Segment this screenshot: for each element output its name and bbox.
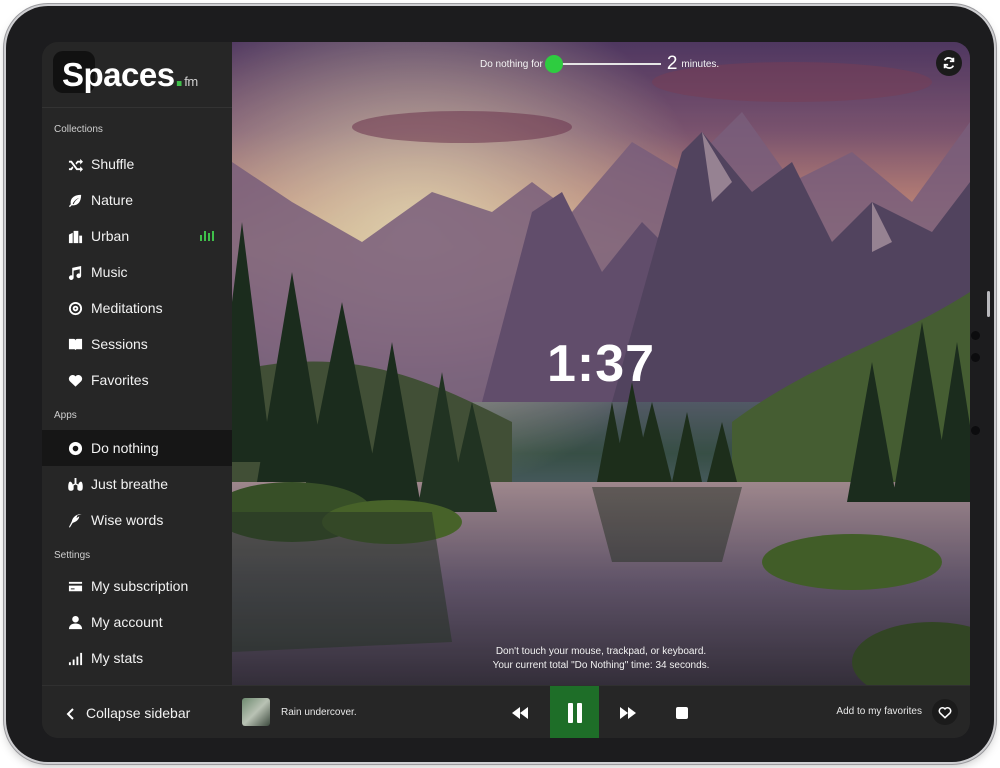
heart-icon xyxy=(67,372,83,388)
collapse-sidebar-label: Collapse sidebar xyxy=(86,704,191,721)
user-icon xyxy=(67,614,83,630)
total-time-line: Your current total "Do Nothing" time: 34… xyxy=(492,660,710,671)
now-playing: Rain undercover. xyxy=(242,698,357,726)
sidebar-item-label: Nature xyxy=(91,192,134,208)
sidebar-item-label: Just breathe xyxy=(91,476,169,492)
lungs-icon xyxy=(67,476,83,492)
sidebar-item-my-stats[interactable]: My stats xyxy=(42,640,232,676)
sidebar-item-meditations[interactable]: Meditations xyxy=(42,290,232,326)
signal-bars-icon xyxy=(67,650,83,666)
sidebar-item-label: Meditations xyxy=(91,300,163,316)
sidebar-item-label: Urban xyxy=(91,228,130,244)
sidebar: Spaces.fm Collections Shuffle Nature Urb… xyxy=(42,42,232,685)
sidebar-item-sessions[interactable]: Sessions xyxy=(42,326,232,362)
volume-button xyxy=(987,291,990,317)
section-label-collections: Collections xyxy=(54,124,103,135)
sidebar-item-favorites[interactable]: Favorites xyxy=(42,362,232,398)
sidebar-item-just-breathe[interactable]: Just breathe xyxy=(42,466,232,502)
screen: Spaces.fm Collections Shuffle Nature Urb… xyxy=(42,42,970,738)
now-playing-bars-icon xyxy=(200,231,214,241)
heart-outline-icon xyxy=(938,706,952,719)
stop-button[interactable] xyxy=(670,686,694,738)
sidebar-item-my-subscription[interactable]: My subscription xyxy=(42,568,232,604)
sidebar-item-label: Do nothing xyxy=(91,440,159,456)
sidebar-item-do-nothing[interactable]: Do nothing xyxy=(42,430,232,466)
sidebar-item-music[interactable]: Music xyxy=(42,254,232,290)
refresh-icon xyxy=(943,57,955,69)
city-icon xyxy=(67,228,83,244)
logo-area: Spaces.fm xyxy=(42,42,232,108)
sidebar-item-label: My account xyxy=(91,614,163,630)
hero-scene: Do nothing for 2 minutes. 1:37 Don't tou… xyxy=(232,42,970,685)
track-thumbnail xyxy=(242,698,270,726)
duration-prefix: Do nothing for xyxy=(480,58,543,70)
sensor-dot xyxy=(971,426,980,435)
record-icon xyxy=(67,440,83,456)
pause-icon xyxy=(567,702,582,723)
leaf-icon xyxy=(67,192,83,208)
refresh-button[interactable] xyxy=(936,50,962,76)
sidebar-item-label: Shuffle xyxy=(91,156,135,172)
rewind-icon xyxy=(512,706,528,719)
sidebar-item-shuffle[interactable]: Shuffle xyxy=(42,146,232,182)
logo-name: Spaces xyxy=(62,55,175,93)
stop-icon xyxy=(676,706,688,719)
tablet-frame: Spaces.fm Collections Shuffle Nature Urb… xyxy=(6,6,994,762)
logo-suffix: fm xyxy=(184,73,198,89)
logo-dot: . xyxy=(174,55,184,93)
sidebar-item-my-account[interactable]: My account xyxy=(42,604,232,640)
section-label-settings: Settings xyxy=(54,550,91,561)
player-bar: Collapse sidebar Rain undercover. Add to… xyxy=(42,685,970,738)
section-label-apps: Apps xyxy=(54,410,77,421)
sidebar-item-label: Music xyxy=(91,264,128,280)
countdown-timer: 1:37 xyxy=(546,335,656,393)
pause-button[interactable] xyxy=(550,686,599,738)
book-icon xyxy=(67,336,83,352)
fast-forward-button[interactable] xyxy=(616,686,640,738)
shuffle-icon xyxy=(67,156,83,172)
sidebar-item-wise-words[interactable]: Wise words xyxy=(42,502,232,538)
sensor-dot xyxy=(971,331,980,340)
duration-minutes-value: 2 xyxy=(666,53,678,74)
duration-slider-knob[interactable] xyxy=(544,55,563,73)
sidebar-item-label: Sessions xyxy=(91,336,148,352)
add-favorite-button[interactable] xyxy=(932,699,958,725)
sidebar-item-urban[interactable]: Urban xyxy=(42,218,232,254)
sidebar-item-label: My subscription xyxy=(91,578,189,594)
duration-slider[interactable] xyxy=(544,55,661,73)
sensor-dot xyxy=(971,353,980,362)
sidebar-item-nature[interactable]: Nature xyxy=(42,182,232,218)
duration-suffix: minutes. xyxy=(681,58,720,70)
credit-card-icon xyxy=(67,578,83,594)
feather-icon xyxy=(67,512,83,528)
add-favorite-label[interactable]: Add to my favorites xyxy=(836,706,922,717)
track-title: Rain undercover. xyxy=(281,706,357,718)
duration-control: Do nothing for 2 minutes. xyxy=(480,53,720,74)
chevron-left-icon xyxy=(66,707,76,720)
rewind-button[interactable] xyxy=(508,686,532,738)
music-note-icon xyxy=(67,264,83,280)
app-logo[interactable]: Spaces.fm xyxy=(53,56,198,94)
instruction-line: Don't touch your mouse, trackpad, or key… xyxy=(495,646,707,657)
sidebar-item-label: Wise words xyxy=(91,512,164,528)
instructions: Don't touch your mouse, trackpad, or key… xyxy=(232,645,970,673)
sidebar-item-label: My stats xyxy=(91,650,144,666)
fast-forward-icon xyxy=(620,706,636,719)
target-icon xyxy=(67,300,83,316)
collapse-sidebar-button[interactable]: Collapse sidebar xyxy=(42,686,232,738)
sidebar-item-label: Favorites xyxy=(91,372,149,388)
